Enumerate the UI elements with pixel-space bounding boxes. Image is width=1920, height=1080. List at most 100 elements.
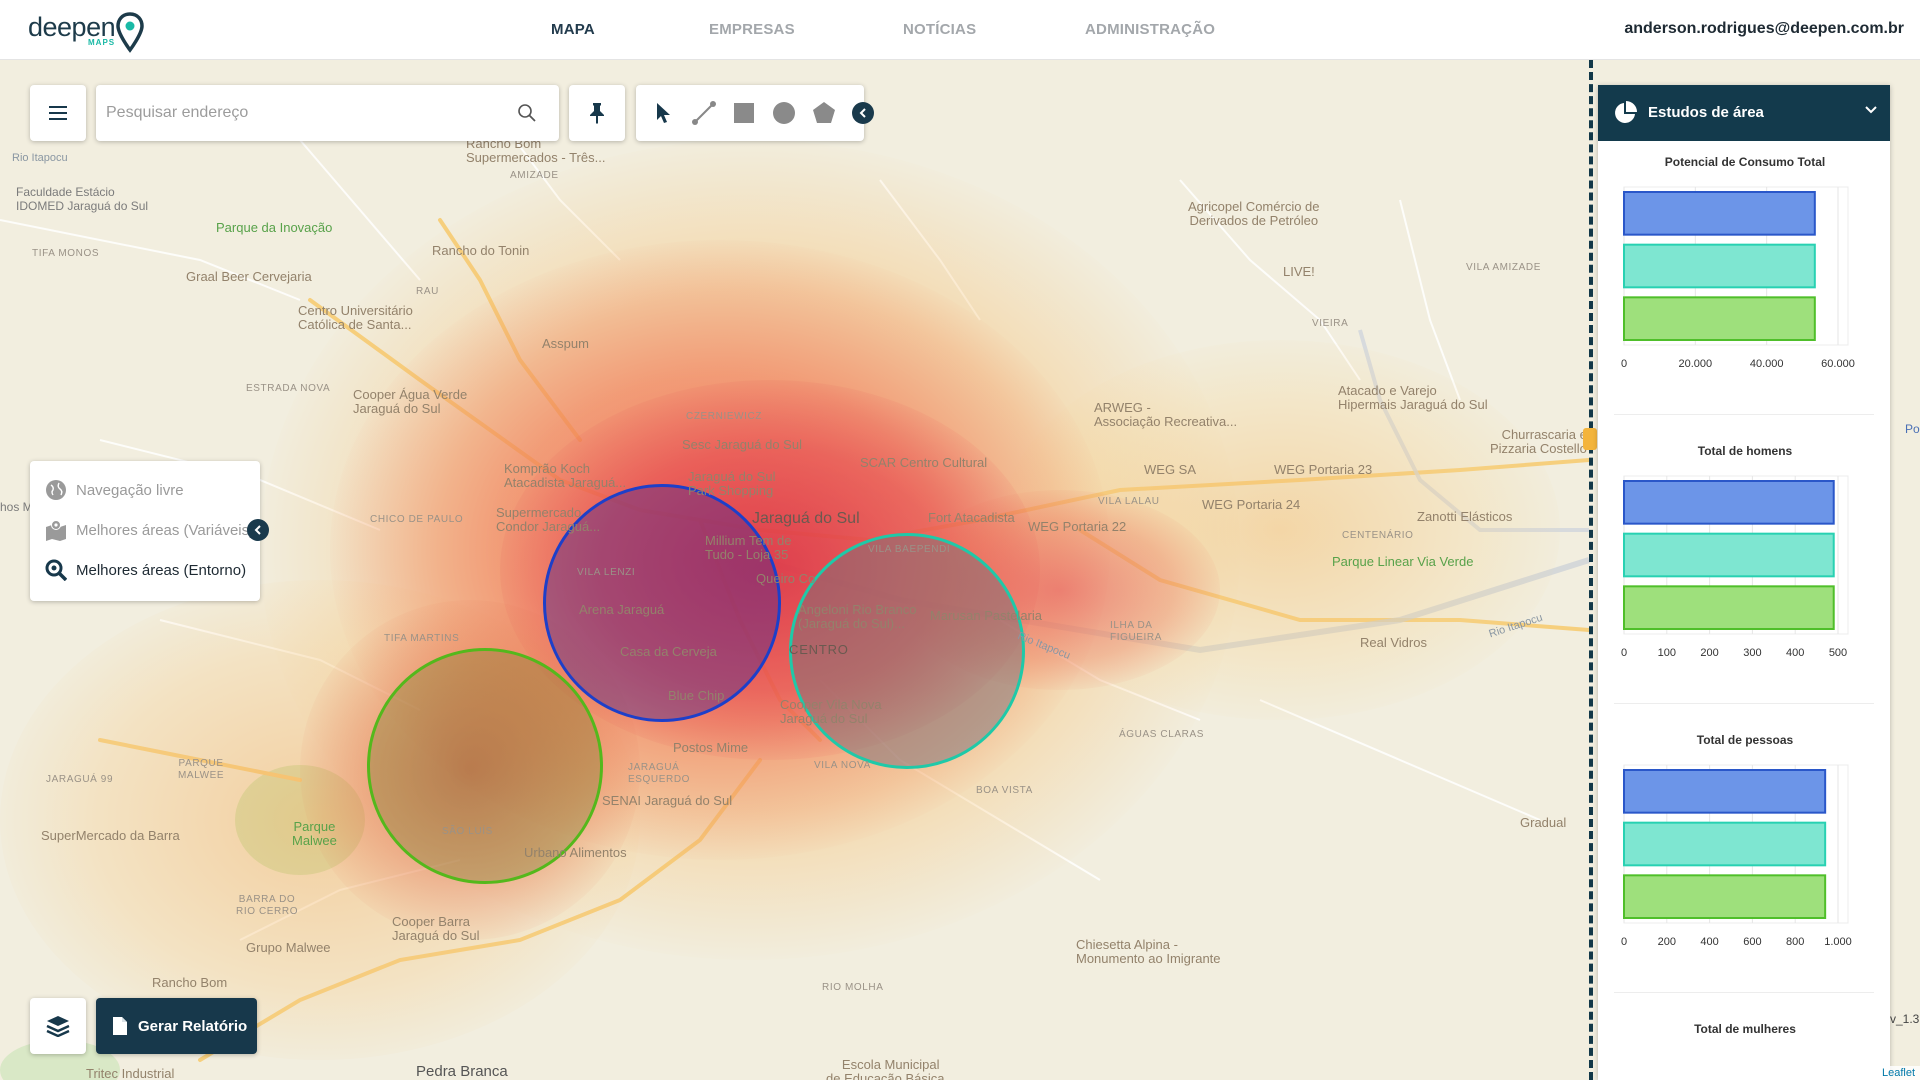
map-label-weg-sa: WEG SA [1144,462,1197,477]
map-label-faculdade: Faculdade Estácio IDOMED Jaraguá do Sul [16,185,149,213]
leaflet-attribution[interactable]: Leaflet [1876,1066,1920,1080]
map-label-rancho-tonin: Rancho do Tonin [432,243,530,258]
bar[interactable] [1623,874,1827,920]
tick-label: 60.000 [1821,358,1855,370]
generate-report-button[interactable]: Gerar Relatório [96,998,257,1054]
deepen-logo[interactable]: deepen MAPS [28,12,148,53]
map-label-tifa-martins: TIFA MARTINS [384,633,460,644]
line-tool-icon[interactable] [690,99,718,127]
circle-tool-icon[interactable] [770,99,798,127]
toolbar-collapse-button[interactable] [852,102,874,124]
layers-icon [46,1016,70,1037]
map-label-boa-vista: BOA VISTA [976,785,1033,796]
map-label-rancho-bom-super: Rancho Bom Supermercados - Três... [466,136,606,165]
map-label-millium: Millium Tem de Tudo - Loja 35 [705,533,792,562]
area-studies-panel: Estudos de área Potencial de Consumo Tot… [1598,85,1890,1080]
bar[interactable] [1623,296,1816,342]
tick-label: 400 [1786,647,1804,659]
map-label-tritec: Tritec Industrial [86,1066,175,1080]
chart-separator [1614,703,1874,704]
map-label-tifa-monos: TIFA MONOS [32,248,100,259]
map-label-cooper-vila-nova: Cooper Vila Nova Jaraguá do Sul [780,697,882,726]
map-label-weg-portaria-24: WEG Portaria 24 [1202,497,1301,512]
mode-melhores-variaveis[interactable]: Melhores áreas (Variáveis) [44,518,254,542]
map-label-postos-mime: Postos Mime [673,740,749,755]
bar[interactable] [1623,821,1827,867]
polygon-tool-icon[interactable] [810,99,838,127]
edge-label-version: v_1.3 [1890,1012,1920,1026]
tick-label: 800 [1786,936,1804,948]
map-label-weg-portaria-22: WEG Portaria 22 [1028,519,1127,534]
top-header: deepen MAPS MAPA EMPRESAS NOTÍCIAS ADMIN… [0,0,1920,60]
select-arrow-icon[interactable] [650,99,678,127]
map-label-vila-nova: VILA NOVA [814,760,871,771]
pushpin-icon [590,103,604,124]
map-label-casa-cerveja: Casa da Cerveja [620,644,717,659]
zoom-search-icon [44,558,68,582]
tick-label: 100 [1658,647,1676,659]
map-label-escola: Escola Municipal de Educação Básica... [826,1057,956,1080]
tick-label: 300 [1743,647,1761,659]
map-label-jaragua-99: JARAGUÁ 99 [46,774,114,785]
mode-melhores-entorno[interactable]: Melhores áreas (Entorno) [44,558,246,582]
chart-separator [1614,992,1874,993]
map-label-rio-molha: RIO MOLHA [822,982,884,993]
map-label-graal: Graal Beer Cervejaria [186,269,312,284]
bar[interactable] [1623,243,1816,289]
bar[interactable] [1623,532,1835,578]
map-label-vila-baependi: VILA BAEPENDI [868,544,951,555]
pin-button[interactable] [569,85,625,141]
tick-label: 40.000 [1750,358,1784,370]
map-label-centro-univ: Centro Universitário Católica de Santa..… [298,303,413,332]
bar[interactable] [1623,191,1816,236]
map-label-weg-portaria-23: WEG Portaria 23 [1274,462,1373,477]
map-label-asspum: Asspum [542,336,589,351]
layers-button[interactable] [30,998,86,1054]
map-label-super-condor: Supermercado Condor Jaraguá... [496,505,601,534]
map-label-real-vidros: Real Vidros [1360,635,1427,650]
panel-header[interactable]: Estudos de área [1598,85,1890,141]
mode-panel: Navegação livre Melhores áreas (Variávei… [30,461,260,601]
mode-panel-collapse-button[interactable] [247,519,269,541]
map-label-urbano: Urbano Alimentos [524,845,627,860]
rectangle-tool-icon[interactable] [730,99,758,127]
mode-label: Melhores áreas (Entorno) [76,561,247,579]
nav-empresas[interactable]: EMPRESAS [709,0,795,60]
nav-mapa[interactable]: MAPA [551,0,595,60]
bar[interactable] [1623,769,1827,814]
bar[interactable] [1623,585,1835,631]
search-icon[interactable] [517,103,537,123]
menu-button[interactable] [30,85,86,141]
chevron-left-icon [254,525,261,535]
panel-title: Estudos de área [1648,104,1764,121]
nav-administracao[interactable]: ADMINISTRAÇÃO [1085,0,1215,60]
map-label-live: LIVE! [1283,264,1315,279]
tick-label: 0 [1621,358,1627,370]
map-label-aguas-claras: ÁGUAS CLARAS [1119,729,1205,740]
nav-noticias[interactable]: NOTÍCIAS [903,0,976,60]
map-marker-icon [44,518,68,542]
map-label-parque-inovacao: Parque da Inovação [216,220,333,235]
map-label-vila-lenzi: VILA LENZI [577,567,636,578]
search-input[interactable] [106,85,506,141]
map-label-jaragua-esquerdo: JARAGUÁ ESQUERDO [628,762,691,785]
mode-navegacao-livre[interactable]: Navegação livre [44,478,184,502]
map-label-angeloni: Angeloni Rio Branco (Jaraguá do Sul)... [798,602,917,631]
map-label-arweg: ARWEG - Associação Recreativa... [1094,400,1238,429]
user-email[interactable]: anderson.rodrigues@deepen.com.br [1624,0,1904,58]
map-label-czerniewicz: CZERNIEWICZ [686,411,763,422]
map-label-barra-rio-cerro: BARRA DO RIO CERRO [236,894,299,917]
map-label-chico-paulo: CHICO DE PAULO [370,514,464,525]
map-label-grupo-malwee: Grupo Malwee [246,940,331,955]
tick-label: 0 [1621,936,1627,948]
chart-title: Total de pessoas [1696,733,1794,747]
split-handle[interactable] [1583,428,1597,450]
map-label-marusan: Marusan Pastelaria [930,608,1042,623]
bar[interactable] [1623,480,1835,525]
panel-divider[interactable] [1589,60,1593,1080]
edge-label-hospital: hos M [0,500,33,514]
chevron-down-icon[interactable] [1864,105,1878,115]
mode-label: Melhores áreas (Variáveis) [76,521,255,539]
map-label-chiesetta: Chiesetta Alpina - Monumento ao Imigrant… [1076,937,1221,966]
search-box [96,85,559,141]
